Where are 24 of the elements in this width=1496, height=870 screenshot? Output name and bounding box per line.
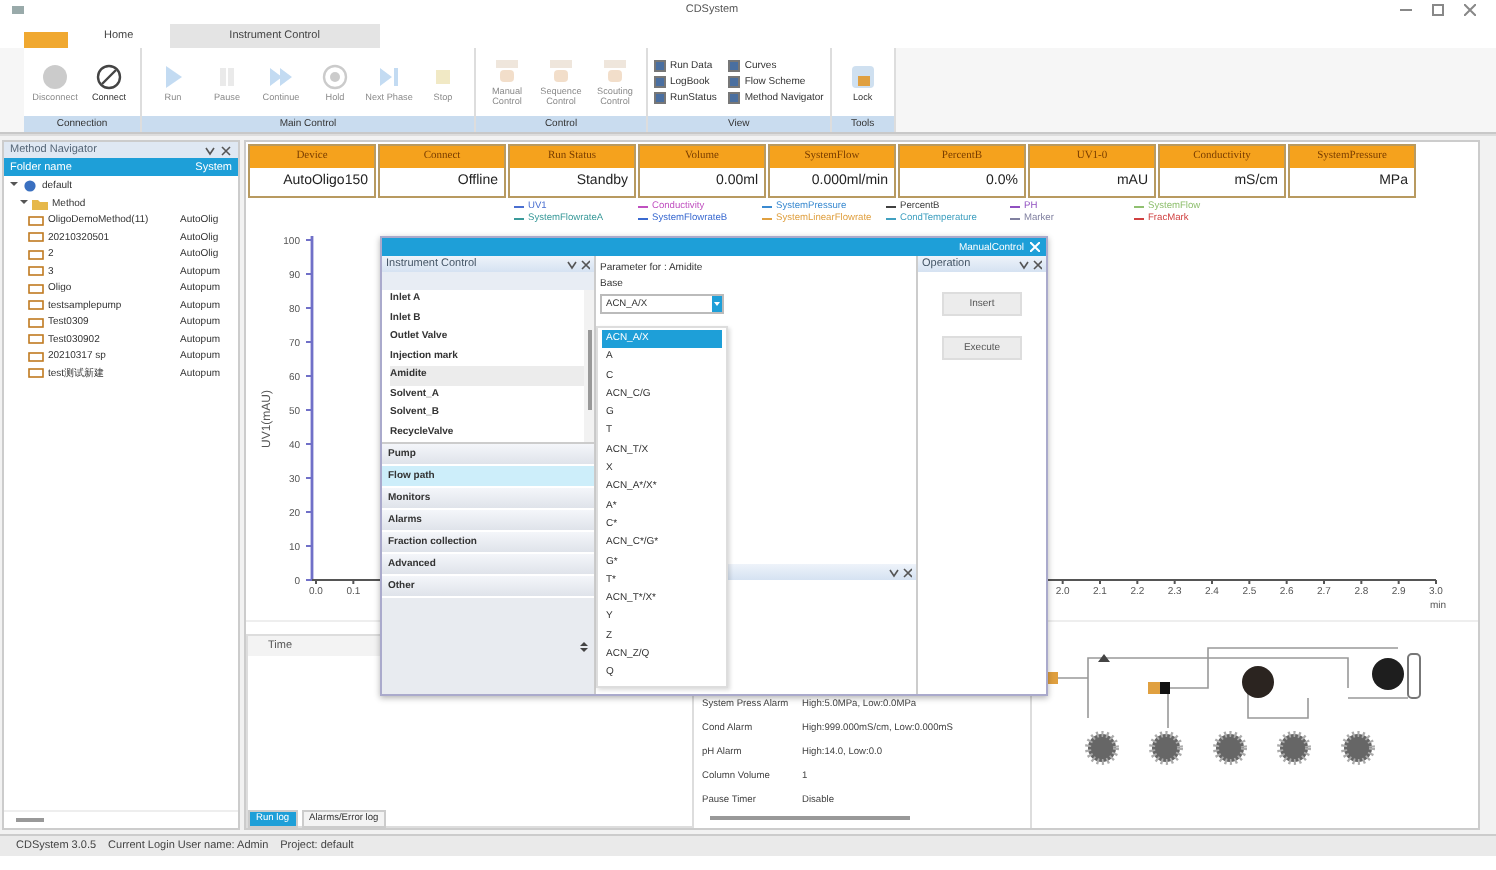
caret-icon [714, 302, 720, 306]
pin-close-icon[interactable] [204, 145, 232, 155]
disc-icon [42, 63, 68, 89]
minimize-icon[interactable] [1400, 4, 1412, 16]
expand-icon[interactable] [580, 641, 588, 651]
target-icon [322, 63, 348, 89]
pin-close-icon[interactable] [1018, 259, 1042, 269]
fast-forward-icon [268, 63, 294, 89]
app-icon [12, 6, 24, 14]
scrollbar[interactable] [4, 810, 238, 828]
panel-icon [602, 58, 628, 84]
slashed-circle-icon [96, 63, 122, 89]
lock-icon [849, 63, 876, 89]
pin-close-icon[interactable] [888, 567, 912, 577]
maximize-icon[interactable] [1432, 4, 1444, 16]
skip-icon [376, 63, 402, 89]
play-icon [160, 63, 186, 89]
panel-icon [548, 58, 574, 84]
globe-icon [22, 180, 38, 193]
folder-icon [32, 197, 48, 210]
scrollbar[interactable] [584, 290, 594, 442]
panel-icon [494, 58, 520, 84]
pin-close-icon[interactable] [566, 259, 590, 269]
close-icon[interactable] [1464, 4, 1476, 16]
